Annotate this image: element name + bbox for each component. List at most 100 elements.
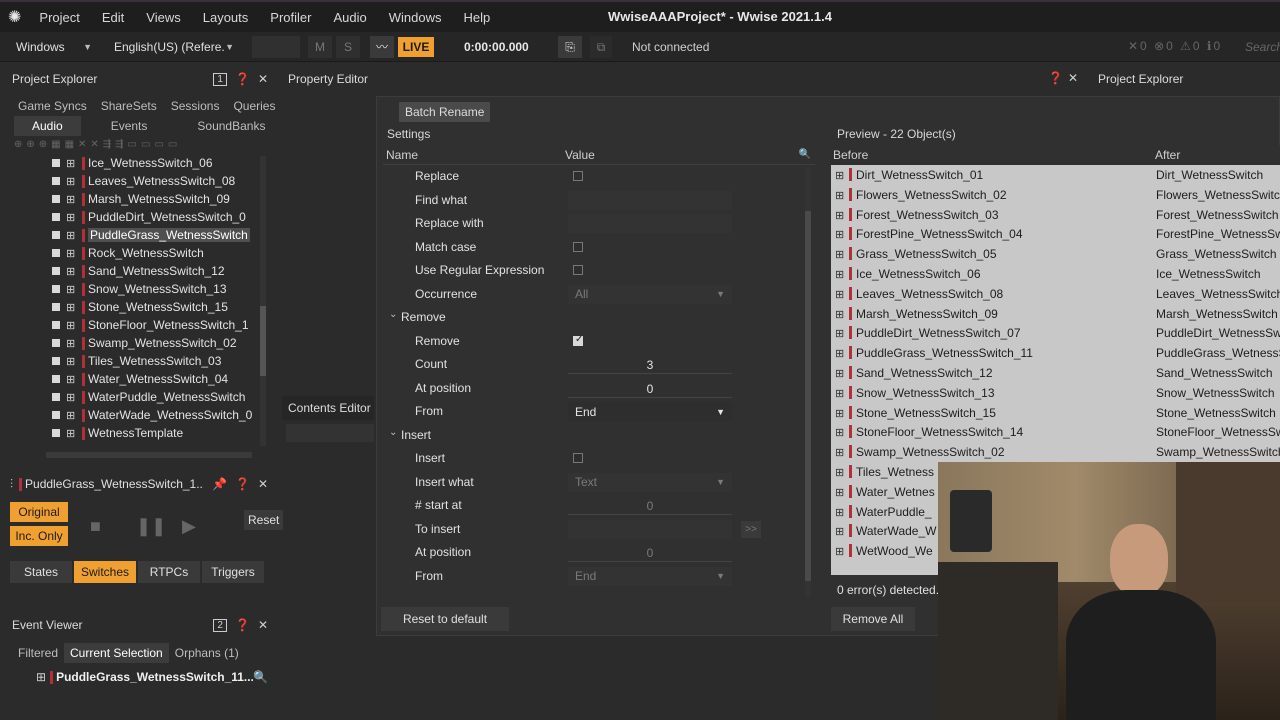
explorer-tool-icons[interactable]: ⊕⊕⊕▦▦✕✕⇶⇶▭▭▭▭: [14, 139, 181, 150]
expand-icon[interactable]: [52, 267, 60, 275]
insert-picker-button[interactable]: >>: [741, 520, 761, 538]
solo-button[interactable]: S: [336, 36, 360, 58]
tree-hscrollbar[interactable]: [46, 452, 252, 458]
tree-item[interactable]: ⊞ Marsh_WetnessSwitch_09: [52, 190, 258, 208]
tab-triggers[interactable]: Triggers: [202, 561, 264, 583]
pause-icon[interactable]: ❚❚: [136, 516, 166, 537]
preview-row[interactable]: ⊞ Sand_WetnessSwitch_12 Sand_WetnessSwitch: [831, 363, 1280, 383]
graph-icon[interactable]: 〰: [370, 36, 394, 58]
inc-only-button[interactable]: Inc. Only: [10, 526, 68, 546]
tab-game-syncs[interactable]: Game Syncs: [18, 99, 87, 113]
wwise-logo-icon[interactable]: ✺: [8, 7, 21, 27]
tab-rtpcs[interactable]: RTPCs: [138, 561, 200, 583]
menu-project[interactable]: Project: [39, 10, 79, 25]
help-icon[interactable]: ❓: [235, 72, 250, 86]
expand-icon[interactable]: [52, 213, 60, 221]
event-viewer-item[interactable]: ⊞ PuddleGrass_WetnessSwitch_11... 🔍: [6, 666, 276, 688]
empty-field[interactable]: [252, 36, 300, 58]
expand-icon[interactable]: [52, 285, 60, 293]
connect-icon[interactable]: ⎘: [558, 36, 582, 58]
help-icon[interactable]: ❓: [235, 477, 250, 491]
menu-views[interactable]: Views: [146, 10, 180, 25]
checkbox[interactable]: [573, 171, 583, 181]
reset-to-default-button[interactable]: Reset to default: [381, 607, 509, 631]
preview-row[interactable]: ⊞ StoneFloor_WetnessSwitch_14 StoneFloor_W…: [831, 422, 1280, 442]
menu-help[interactable]: Help: [463, 10, 490, 25]
preview-row[interactable]: ⊞ Stone_WetnessSwitch_15 Stone_WetnessSwit…: [831, 403, 1280, 423]
close-icon[interactable]: ✕: [1068, 71, 1078, 85]
expand-icon[interactable]: [52, 231, 60, 239]
tree-item[interactable]: ⊞ Stone_WetnessSwitch_15: [52, 298, 258, 316]
tab-queries[interactable]: Queries: [233, 99, 275, 113]
text-field[interactable]: [568, 519, 732, 539]
tree-item[interactable]: ⊞ Rock_WetnessSwitch: [52, 244, 258, 262]
preview-row[interactable]: ⊞ Forest_WetnessSwitch_03 Forest_WetnessSw…: [831, 205, 1280, 225]
tab-sharesets[interactable]: ShareSets: [101, 99, 157, 113]
text-field[interactable]: [568, 214, 732, 233]
expand-icon[interactable]: [52, 375, 60, 383]
close-icon[interactable]: ✕: [258, 477, 268, 491]
number-slider[interactable]: 0: [568, 496, 732, 515]
tab-filtered[interactable]: Filtered: [12, 643, 64, 663]
original-button[interactable]: Original: [10, 502, 68, 522]
preview-row[interactable]: ⊞ Dirt_WetnessSwitch_01 Dirt_WetnessSwitch: [831, 165, 1280, 185]
tree-item[interactable]: ⊞ Leaves_WetnessSwitch_08: [52, 172, 258, 190]
preview-row[interactable]: ⊞ Marsh_WetnessSwitch_09 Marsh_WetnessSwit…: [831, 304, 1280, 324]
tree-item[interactable]: ⊞ WaterWade_WetnessSwitch_0: [52, 406, 258, 424]
tab-states[interactable]: States: [10, 561, 72, 583]
select-dropdown[interactable]: End ▼: [568, 566, 732, 586]
menu-layouts[interactable]: Layouts: [203, 10, 249, 25]
expand-icon[interactable]: [52, 339, 60, 347]
remove-all-button[interactable]: Remove All: [831, 607, 915, 631]
tree-item[interactable]: ⊞ StoneFloor_WetnessSwitch_1: [52, 316, 258, 334]
expand-icon[interactable]: [52, 357, 60, 365]
preview-row[interactable]: ⊞ Flowers_WetnessSwitch_02 Flowers_Wetness…: [831, 185, 1280, 205]
text-field[interactable]: [568, 190, 732, 210]
menu-windows[interactable]: Windows: [389, 10, 442, 25]
expand-icon[interactable]: [52, 393, 60, 401]
batch-rename-tab[interactable]: Batch Rename: [399, 102, 491, 122]
platform-dropdown[interactable]: Windows ▼: [8, 35, 100, 59]
tab-audio[interactable]: Audio: [14, 116, 81, 136]
preview-row[interactable]: ⊞ Leaves_WetnessSwitch_08 Leaves_WetnessSw…: [831, 284, 1280, 304]
preview-row[interactable]: ⊞ Swamp_WetnessSwitch_02 Swamp_WetnessSwit…: [831, 442, 1280, 462]
expand-icon[interactable]: [52, 303, 60, 311]
tab-events[interactable]: Events: [111, 119, 148, 133]
close-icon[interactable]: ✕: [258, 72, 268, 86]
number-slider[interactable]: 0: [568, 543, 732, 562]
select-dropdown[interactable]: All ▼: [568, 284, 732, 304]
pin-icon[interactable]: 📌: [212, 477, 227, 491]
tab-switches[interactable]: Switches: [74, 561, 136, 583]
tree-item[interactable]: ⊞ PuddleGrass_WetnessSwitch: [52, 226, 258, 244]
remote-icon[interactable]: ⧉: [590, 36, 612, 58]
expand-icon[interactable]: [52, 321, 60, 329]
tree-item[interactable]: ⊞ Snow_WetnessSwitch_13: [52, 280, 258, 298]
tab-orphans[interactable]: Orphans (1): [169, 643, 245, 663]
expand-icon[interactable]: [52, 411, 60, 419]
checkbox[interactable]: [573, 265, 583, 275]
tab-soundbanks[interactable]: SoundBanks: [197, 119, 265, 133]
tree-item[interactable]: ⊞ Water_WetnessSwitch_04: [52, 370, 258, 388]
search-icon[interactable]: 🔍: [253, 670, 268, 684]
tree-scrollbar[interactable]: [260, 156, 266, 446]
reset-button[interactable]: Reset: [244, 510, 284, 530]
expand-icon[interactable]: [52, 195, 60, 203]
expand-icon[interactable]: [52, 159, 60, 167]
close-icon[interactable]: ✕: [258, 618, 268, 632]
stop-icon[interactable]: ■: [90, 516, 101, 537]
menu-profiler[interactable]: Profiler: [270, 10, 311, 25]
tree-item[interactable]: ⊞ PuddleDirt_WetnessSwitch_0: [52, 208, 258, 226]
checkbox[interactable]: [573, 453, 583, 463]
collapse-icon[interactable]: ⌄: [389, 309, 397, 320]
search-input[interactable]: Search: [1245, 40, 1280, 54]
expand-icon[interactable]: [52, 249, 60, 257]
preview-row[interactable]: ⊞ Grass_WetnessSwitch_05 Grass_WetnessSwit…: [831, 244, 1280, 264]
preview-row[interactable]: ⊞ Ice_WetnessSwitch_06 Ice_WetnessSwitch: [831, 264, 1280, 284]
select-dropdown[interactable]: Text ▼: [568, 472, 732, 492]
live-button[interactable]: LIVE: [398, 37, 434, 57]
tab-sessions[interactable]: Sessions: [171, 99, 220, 113]
language-dropdown[interactable]: English(US) (Refere... ▼: [106, 35, 242, 59]
preview-row[interactable]: ⊞ PuddleGrass_WetnessSwitch_11 PuddleGrass…: [831, 343, 1280, 363]
collapse-icon[interactable]: ⌄: [389, 427, 397, 438]
expand-icon[interactable]: [52, 429, 60, 437]
